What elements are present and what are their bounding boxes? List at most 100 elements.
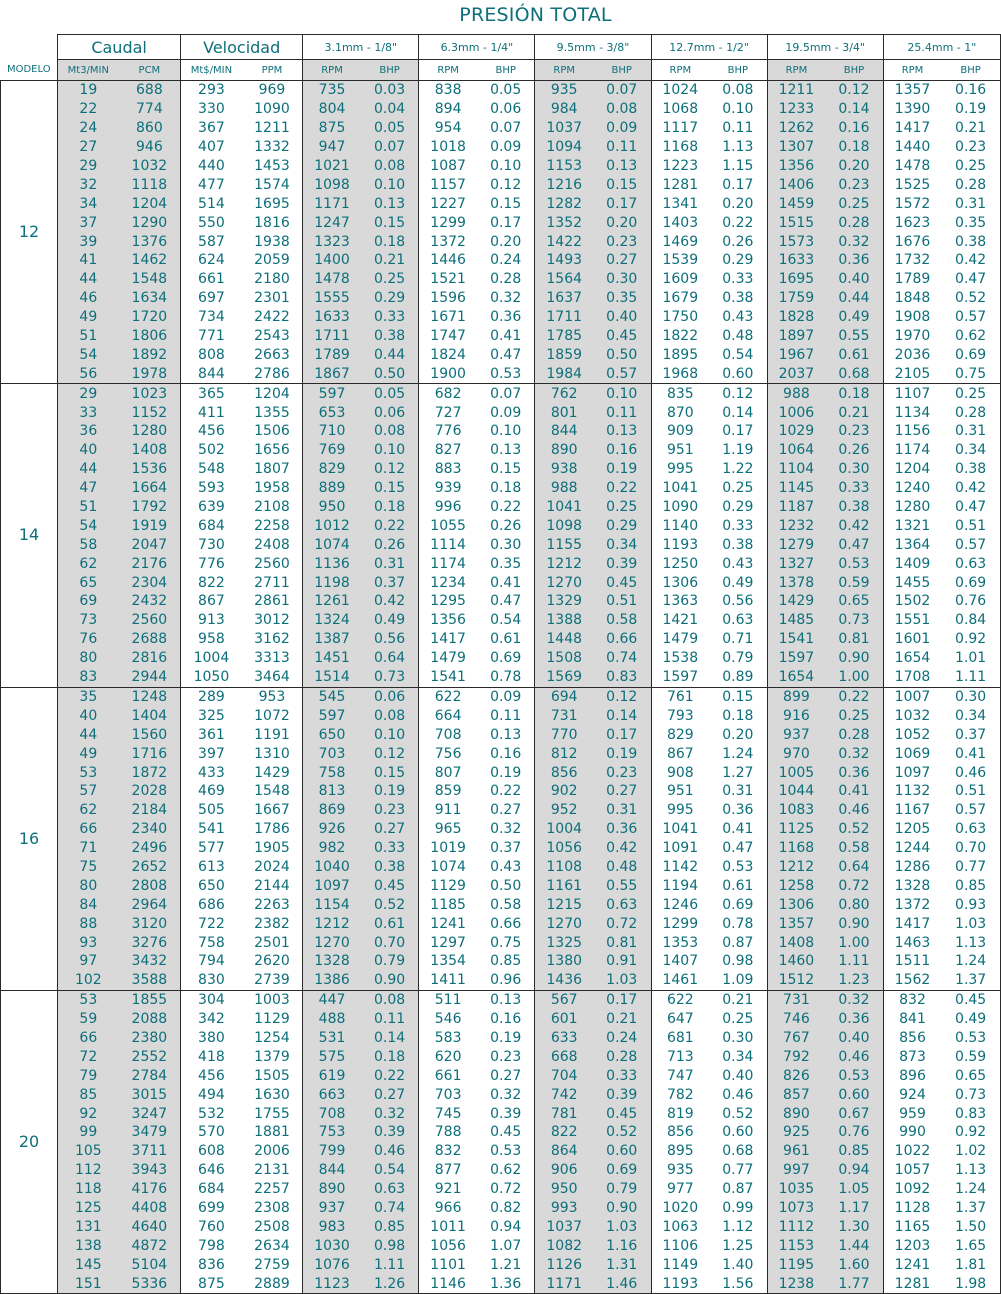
group-header-row: Caudal Velocidad 3.1mm - 1/8" 6.3mm - 1/4" 9… — [1, 34, 1001, 60]
table-cell: 1035 — [766, 1179, 826, 1199]
table-cell: 0.27 — [490, 1067, 522, 1084]
table-cell: 0.22 — [360, 1066, 419, 1086]
table-cell: 76 — [57, 629, 119, 649]
table-cell: 684 — [180, 516, 242, 536]
table-cell: 1574 — [254, 176, 290, 193]
table-cell: 34 — [57, 194, 119, 214]
table-cell: 0.45 — [592, 573, 652, 593]
table-cell: 0.87 — [722, 1181, 754, 1198]
table-cell: 1307 — [766, 137, 826, 157]
table-cell: 926 — [302, 819, 361, 839]
table-cell: 908 — [650, 763, 710, 782]
table-cell: 1521 — [418, 269, 477, 289]
table-row: 22 774 330 1090 804 0.04 894 0.06 984 0.08 1068 0.1… — [1, 99, 1001, 119]
table-cell: 1157 — [418, 175, 477, 195]
table-cell: 24 — [57, 118, 119, 138]
table-cell: 0.36 — [825, 763, 884, 782]
table-cell: 1485 — [766, 610, 826, 630]
table-row: 66 2380 380 1254 531 0.14 583 0.19 633 0.24 681 0.3… — [1, 1028, 1001, 1048]
table-cell: 1118 — [118, 175, 181, 195]
table-cell: 570 — [180, 1122, 242, 1142]
subheader-10: BHP — [592, 59, 652, 81]
table-cell: 1069 — [882, 744, 942, 764]
table-cell: 684 — [180, 1179, 242, 1199]
table-cell: 546 — [418, 1009, 477, 1029]
table-cell: 1656 — [254, 442, 290, 459]
table-cell: 73 — [57, 610, 119, 630]
table-cell: 0.36 — [722, 802, 754, 819]
table-cell: 1429 — [254, 764, 290, 781]
table-cell: 531 — [302, 1028, 361, 1048]
table-cell: 1104 — [766, 459, 826, 479]
table-cell: 1171 — [302, 194, 361, 214]
table-cell: 0.66 — [592, 629, 652, 649]
table-cell: 0.18 — [825, 137, 884, 157]
table-cell: 29 — [57, 383, 119, 404]
table-row: 131 4640 760 2508 983 0.85 1011 0.94 1037 1.03 106… — [1, 1217, 1001, 1237]
table-cell: 661 — [418, 1066, 477, 1086]
table-cell: 1.25 — [722, 1237, 754, 1254]
table-cell: 799 — [302, 1141, 361, 1161]
table-cell: 0.25 — [941, 383, 1001, 404]
table-cell: 597 — [302, 383, 361, 404]
table-cell: 1759 — [766, 288, 826, 308]
table-row: 125 4408 699 2308 937 0.74 966 0.82 993 0.90 1020 0… — [1, 1198, 1001, 1218]
table-cell: 593 — [180, 478, 242, 498]
table-cell: 0.73 — [941, 1085, 1001, 1105]
table-cell: 1098 — [302, 175, 361, 195]
table-row: 12 19 688 293 969 735 0.03 838 0.05 935 0.07 1024 0.… — [0, 79, 1001, 385]
table-cell: 0.26 — [490, 517, 522, 534]
table-cell: 952 — [534, 800, 593, 820]
table-cell: 954 — [418, 118, 477, 138]
table-cell: 0.69 — [592, 1160, 652, 1180]
table-row: 80 2816 1004 3313 1451 0.64 1479 0.69 1508 0.74 15… — [1, 648, 1001, 668]
table-cell: 801 — [534, 403, 593, 423]
table-cell: 0.07 — [476, 383, 535, 404]
table-cell: 1515 — [766, 213, 826, 233]
table-cell: 0.28 — [941, 403, 1001, 423]
table-cell: 58 — [57, 535, 119, 555]
table-cell: 1355 — [254, 404, 290, 421]
table-cell: 0.28 — [941, 175, 1001, 195]
table-cell: 0.43 — [722, 309, 754, 326]
table-cell: 1056 — [534, 838, 593, 858]
table-cell: 1030 — [302, 1236, 361, 1256]
table-cell: 1140 — [650, 516, 710, 536]
table-cell: 0.78 — [722, 915, 754, 932]
table-cell: 937 — [766, 725, 826, 745]
table-cell: 0.36 — [825, 1009, 884, 1029]
table-cell: 1128 — [882, 1198, 942, 1218]
table-cell: 1092 — [882, 1179, 942, 1199]
table-cell: 0.75 — [941, 364, 1001, 385]
table-cell: 0.03 — [360, 79, 419, 100]
table-cell: 0.28 — [825, 213, 884, 233]
table-cell: 0.63 — [722, 612, 754, 629]
table-cell: 71 — [57, 838, 119, 858]
header-spacer — [1, 35, 58, 60]
table-cell: 0.18 — [490, 480, 522, 497]
subheader-9: RPM — [534, 59, 593, 81]
table-cell: 0.19 — [360, 781, 419, 801]
table-cell: 1282 — [534, 194, 593, 214]
table-cell: 1679 — [650, 288, 710, 308]
table-cell: 1747 — [418, 326, 477, 346]
table-cell: 935 — [650, 1160, 710, 1180]
table-cell: 1720 — [118, 307, 181, 327]
table-cell: 1919 — [118, 516, 181, 536]
table-cell: 1161 — [534, 876, 593, 896]
table-cell: 1056 — [418, 1236, 477, 1256]
table-cell: 2308 — [254, 1199, 290, 1216]
table-cell: 1090 — [254, 101, 290, 118]
table-cell: 1453 — [254, 158, 290, 174]
table-cell: 753 — [302, 1122, 361, 1142]
table-cell: 735 — [302, 79, 361, 100]
table-cell: 0.28 — [592, 1047, 652, 1067]
table-cell: 1022 — [882, 1141, 942, 1161]
table-cell: 1.44 — [825, 1236, 884, 1256]
model-label: 14 — [0, 383, 58, 688]
table-cell: 894 — [418, 99, 477, 119]
table-cell: 911 — [418, 800, 477, 820]
table-cell: 1149 — [650, 1255, 710, 1275]
table-cell: 0.83 — [941, 1104, 1001, 1123]
table-cell: 1461 — [650, 970, 710, 991]
